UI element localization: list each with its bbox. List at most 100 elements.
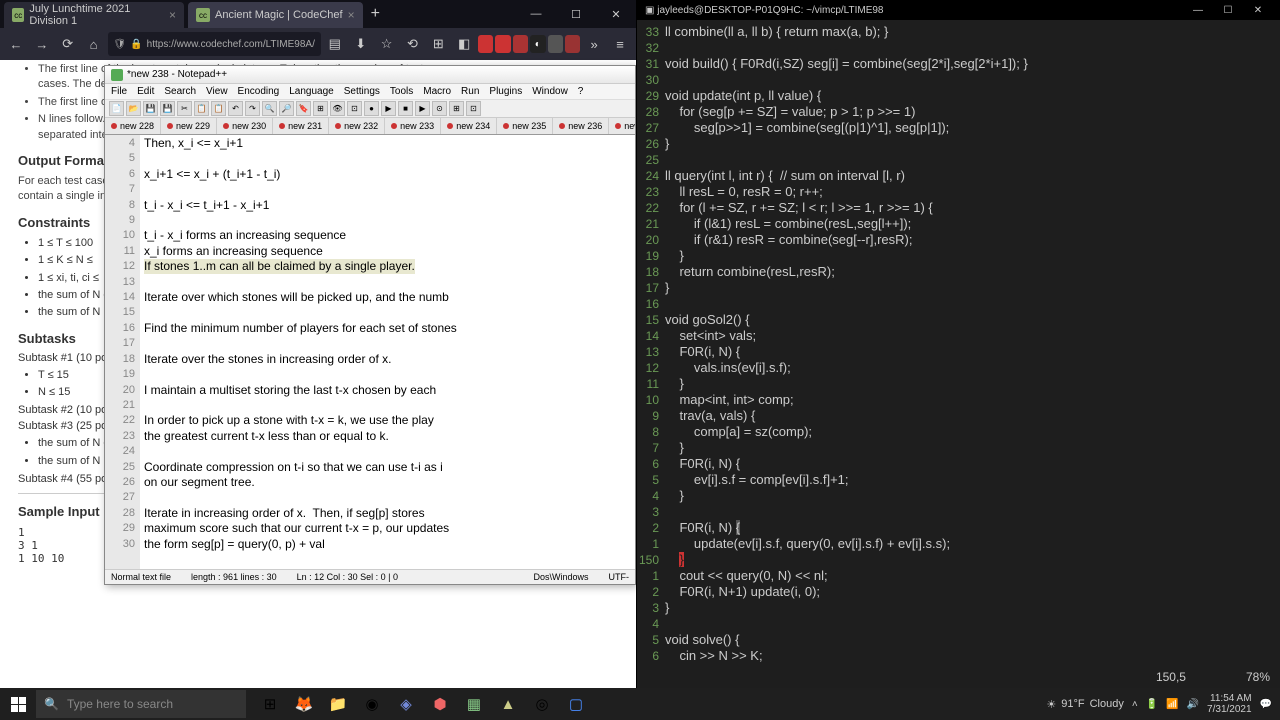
npp-code-area[interactable]: Then, x_i <= x_i+1 x_i+1 <= x_i + (t_i+1… bbox=[140, 135, 635, 569]
toolbar-button[interactable]: ↶ bbox=[228, 101, 243, 116]
editor-tab[interactable]: new 228 bbox=[105, 118, 161, 134]
toolbar-button[interactable]: ⊞ bbox=[313, 101, 328, 116]
close-tab-icon[interactable]: × bbox=[348, 8, 355, 22]
maximize-button[interactable]: ☐ bbox=[556, 0, 596, 28]
ext-icon[interactable] bbox=[495, 35, 510, 53]
terminal-taskbar-icon[interactable]: ▲ bbox=[492, 688, 524, 720]
steam-icon[interactable]: ◉ bbox=[356, 688, 388, 720]
ext-icon[interactable] bbox=[513, 35, 528, 53]
menu-item[interactable]: File bbox=[111, 86, 127, 97]
toolbar-button[interactable]: ⊙ bbox=[432, 101, 447, 116]
editor-tab[interactable]: new 230 bbox=[217, 118, 273, 134]
sidebar-icon[interactable]: ◧ bbox=[452, 31, 476, 57]
maximize-button[interactable]: ☐ bbox=[1214, 1, 1242, 19]
notepadpp-taskbar-icon[interactable]: ▦ bbox=[458, 688, 490, 720]
toolbar-button[interactable]: ⊞ bbox=[449, 101, 464, 116]
close-button[interactable]: ✕ bbox=[1244, 1, 1272, 19]
toolbar-button[interactable]: ▶ bbox=[415, 101, 430, 116]
ext-icon[interactable] bbox=[548, 35, 563, 53]
tray-chevron-icon[interactable]: ˄ bbox=[1132, 699, 1138, 710]
library-icon[interactable]: ⊞ bbox=[426, 31, 450, 57]
ext-icon[interactable]: ◐ bbox=[530, 35, 545, 53]
toolbar-button[interactable]: 📂 bbox=[126, 101, 141, 116]
volume-icon[interactable]: 🔊 bbox=[1187, 699, 1199, 710]
overflow-icon[interactable]: » bbox=[582, 31, 606, 57]
editor-tab[interactable]: new 229 bbox=[161, 118, 217, 134]
toolbar-button[interactable]: 📄 bbox=[109, 101, 124, 116]
battery-icon[interactable]: 🔋 bbox=[1146, 699, 1158, 710]
menu-item[interactable]: ? bbox=[578, 86, 584, 97]
terminal-window: ▣ jayleeds@DESKTOP-P01Q9HC: ~/vimcp/LTIM… bbox=[637, 0, 1280, 688]
toolbar-button[interactable]: 📋 bbox=[211, 101, 226, 116]
menu-item[interactable]: Settings bbox=[344, 86, 380, 97]
editor-tab[interactable]: new 236 bbox=[553, 118, 609, 134]
menu-item[interactable]: Search bbox=[164, 86, 196, 97]
toolbar-button[interactable]: ▶ bbox=[381, 101, 396, 116]
explorer-icon[interactable]: 📁 bbox=[322, 688, 354, 720]
toolbar-button[interactable]: ⊡ bbox=[466, 101, 481, 116]
toolbar-button[interactable]: ■ bbox=[398, 101, 413, 116]
bookmark-icon[interactable]: ☆ bbox=[375, 31, 399, 57]
toolbar-button[interactable]: ⊡ bbox=[347, 101, 362, 116]
task-view-icon[interactable]: ⊞ bbox=[254, 688, 286, 720]
forward-button[interactable]: → bbox=[30, 31, 54, 57]
toolbar-button[interactable]: 💾 bbox=[143, 101, 158, 116]
toolbar-button[interactable]: 💾 bbox=[160, 101, 175, 116]
editor-tab[interactable]: new 231 bbox=[273, 118, 329, 134]
editor-tab[interactable]: new 235 bbox=[497, 118, 553, 134]
home-button[interactable]: ⌂ bbox=[82, 31, 106, 57]
menu-item[interactable]: Encoding bbox=[238, 86, 280, 97]
toolbar-button[interactable]: 🔍 bbox=[262, 101, 277, 116]
reader-icon[interactable]: ▤ bbox=[323, 31, 347, 57]
pocket-icon[interactable]: ⬇ bbox=[349, 31, 373, 57]
reload-button[interactable]: ⟳ bbox=[56, 31, 80, 57]
menu-item[interactable]: Language bbox=[289, 86, 334, 97]
menu-item[interactable]: Plugins bbox=[489, 86, 522, 97]
notifications-icon[interactable]: 💬 bbox=[1260, 699, 1272, 710]
toolbar-button[interactable]: ● bbox=[364, 101, 379, 116]
minimize-button[interactable]: — bbox=[516, 0, 556, 28]
menu-item[interactable]: Tools bbox=[390, 86, 413, 97]
toolbar-button[interactable]: 🔖 bbox=[296, 101, 311, 116]
menu-item[interactable]: Window bbox=[532, 86, 568, 97]
obs-icon[interactable]: ◎ bbox=[526, 688, 558, 720]
ext-icon[interactable] bbox=[478, 35, 493, 53]
menu-item[interactable]: Macro bbox=[423, 86, 451, 97]
npp-editor[interactable]: 4567891011121314151617181920212223242526… bbox=[105, 135, 635, 569]
browser-tab-1[interactable]: ccAncient Magic | CodeChef× bbox=[188, 2, 363, 28]
sync-icon[interactable]: ⟲ bbox=[401, 31, 425, 57]
firefox-icon[interactable]: 🦊 bbox=[288, 688, 320, 720]
wifi-icon[interactable]: 📶 bbox=[1166, 699, 1178, 710]
toolbar-button[interactable]: 👁 bbox=[330, 101, 345, 116]
editor-tab[interactable]: new 234 bbox=[441, 118, 497, 134]
npp-gutter: 4567891011121314151617181920212223242526… bbox=[105, 135, 140, 569]
menu-icon[interactable]: ≡ bbox=[608, 31, 632, 57]
start-button[interactable] bbox=[0, 688, 36, 720]
editor-tab[interactable]: new 237 bbox=[609, 118, 635, 134]
menu-item[interactable]: Edit bbox=[137, 86, 154, 97]
zoom-icon[interactable]: ▢ bbox=[560, 688, 592, 720]
close-tab-icon[interactable]: × bbox=[169, 8, 176, 22]
close-window-button[interactable]: ✕ bbox=[596, 0, 636, 28]
toolbar-button[interactable]: ↷ bbox=[245, 101, 260, 116]
toolbar-button[interactable]: 📋 bbox=[194, 101, 209, 116]
browser-tab-0[interactable]: ccJuly Lunchtime 2021 Division 1× bbox=[4, 2, 184, 28]
ext-icon[interactable] bbox=[565, 35, 580, 53]
toolbar-button[interactable]: ✂ bbox=[177, 101, 192, 116]
editor-tab[interactable]: new 233 bbox=[385, 118, 441, 134]
menu-item[interactable]: Run bbox=[461, 86, 479, 97]
notepadpp-window: *new 238 - Notepad++ FileEditSearchViewE… bbox=[104, 65, 636, 585]
url-bar[interactable]: 🛡 🔒 https://www.codechef.com/LTIME98A/ bbox=[108, 32, 321, 56]
discord-icon[interactable]: ◈ bbox=[390, 688, 422, 720]
app-icon[interactable]: ⬢ bbox=[424, 688, 456, 720]
new-tab-button[interactable]: + bbox=[363, 5, 388, 23]
clock[interactable]: 11:54 AM7/31/2021 bbox=[1207, 693, 1252, 715]
editor-tab[interactable]: new 232 bbox=[329, 118, 385, 134]
minimize-button[interactable]: — bbox=[1184, 1, 1212, 19]
weather-widget[interactable]: ☀91°FCloudy bbox=[1046, 698, 1123, 711]
back-button[interactable]: ← bbox=[4, 31, 28, 57]
vim-editor[interactable]: 33ll combine(ll a, ll b) { return max(a,… bbox=[637, 20, 1280, 668]
menu-item[interactable]: View bbox=[206, 86, 228, 97]
taskbar-search[interactable]: 🔍Type here to search bbox=[36, 690, 246, 718]
toolbar-button[interactable]: 🔎 bbox=[279, 101, 294, 116]
